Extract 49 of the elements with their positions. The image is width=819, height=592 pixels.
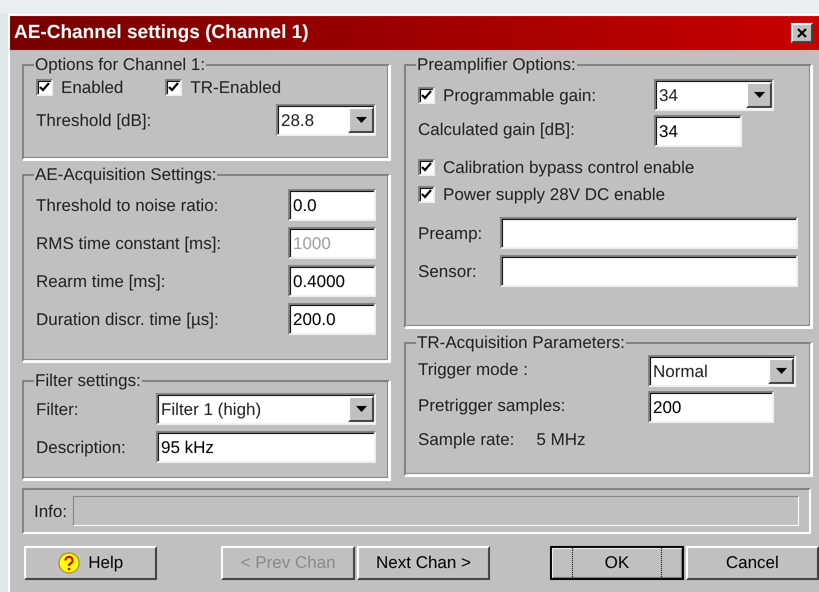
dropdown[interactable]: 28.8 — [276, 104, 376, 136]
field-label: Pretrigger samples: — [418, 396, 566, 415]
window-title: AE-Channel settings (Channel 1) — [14, 20, 309, 45]
field-label: Sensor: — [418, 262, 477, 280]
input-field[interactable]: 200.0 — [288, 303, 376, 335]
input-field[interactable] — [500, 217, 798, 249]
field-label: RMS time constant [ms]: — [36, 234, 222, 252]
group-title: Filter settings: — [34, 372, 142, 389]
dropdown[interactable]: Filter 1 (high) — [156, 393, 376, 425]
sample-rate-value: 5 MHz — [536, 431, 586, 448]
field-label: Description: — [36, 438, 126, 456]
field-label: Info: — [34, 502, 68, 520]
field-label: Filter: — [36, 400, 78, 418]
checkbox[interactable] — [165, 79, 182, 96]
dialog-button[interactable]: Next Chan > — [356, 546, 490, 580]
checkbox[interactable] — [418, 86, 435, 104]
field-label: Preamp: — [418, 224, 482, 242]
input-field[interactable]: 0.0 — [288, 189, 376, 221]
close-icon[interactable] — [791, 23, 813, 43]
dialog-button[interactable]: OK — [550, 546, 684, 580]
checkbox-label: TR-Enabled — [190, 79, 282, 96]
input-field[interactable] — [500, 255, 798, 287]
checkbox-label: Enabled — [61, 79, 124, 96]
input-field[interactable]: 34 — [654, 115, 742, 147]
dialog-button[interactable]: Cancel — [686, 546, 819, 580]
checkbox-label: Power supply 28V DC enable — [443, 186, 666, 203]
group-title: TR-Acquisition Parameters: — [416, 334, 626, 351]
field-label: Threshold to noise ratio: — [36, 196, 218, 214]
field-label: Sample rate: — [418, 431, 514, 448]
checkbox[interactable] — [418, 159, 435, 176]
group-title: Options for Channel 1: — [34, 56, 206, 73]
input-field[interactable]: 95 kHz — [156, 431, 376, 463]
field-label: Trigger mode : — [418, 360, 528, 379]
group-title: AE-Acquisition Settings: — [34, 166, 218, 183]
field-label: Calculated gain [dB]: — [418, 120, 575, 139]
input-field[interactable]: 0.4000 — [288, 265, 376, 297]
checkbox-label: Calibration bypass control enable — [443, 159, 694, 176]
question-icon — [58, 552, 80, 574]
checkbox-label: Programmable gain: — [443, 86, 596, 104]
group-title: Preamplifier Options: — [416, 56, 577, 73]
dropdown[interactable]: Normal — [648, 355, 796, 387]
field-label: Threshold [dB]: — [36, 112, 152, 128]
field-label: Duration discr. time [µs]: — [36, 310, 219, 328]
checkbox[interactable] — [418, 186, 435, 203]
field-label: Rearm time [ms]: — [36, 272, 166, 290]
help-button[interactable]: Help — [24, 546, 158, 580]
checkbox[interactable] — [36, 79, 53, 96]
input-field[interactable]: 200 — [648, 391, 774, 423]
dropdown[interactable]: 34 — [654, 79, 774, 111]
